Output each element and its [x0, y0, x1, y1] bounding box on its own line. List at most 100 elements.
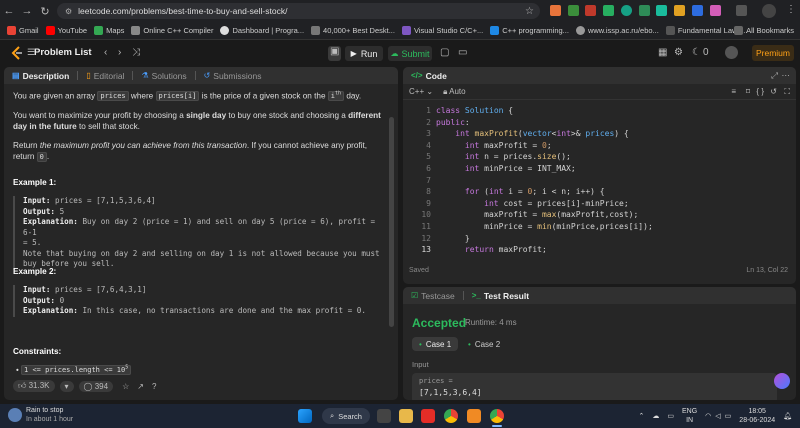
bookmark-icon[interactable]: ⌑: [746, 87, 750, 96]
auto-mode-toggle[interactable]: 🔒︎ Auto: [443, 87, 466, 97]
bookmark-all[interactable]: All Bookmarks: [734, 26, 794, 35]
bookmark-star-icon[interactable]: ☆: [525, 6, 534, 17]
extension-teal-icon[interactable]: [656, 5, 667, 16]
clock[interactable]: 18:05 28-06-2024: [739, 407, 775, 425]
weather-widget[interactable]: Rain to stop In about 1 hour: [8, 406, 73, 424]
favorite-icon[interactable]: ☆: [122, 382, 129, 391]
tab-separator: [132, 71, 134, 80]
description-tabs: ▤ Description ▯ Editorial ⚗ Solutions ↺ Subm…: [4, 67, 398, 84]
profile-avatar-icon[interactable]: [762, 4, 776, 18]
back-icon[interactable]: ←: [0, 0, 18, 22]
bookmarks-bar: Gmail YouTube Maps Online C++ Compiler D…: [0, 22, 800, 40]
tab-submissions[interactable]: ↺ Submissions: [204, 71, 262, 81]
user-avatar[interactable]: [725, 46, 738, 59]
format-icon[interactable]: ≡: [731, 87, 736, 96]
volume-icon[interactable]: ◁: [715, 412, 720, 420]
bookmark-cpp-programming[interactable]: C++ programming...: [490, 26, 569, 35]
next-problem-icon[interactable]: ›: [118, 47, 121, 58]
bookmark-wallpapers[interactable]: 40,000+ Best Deskt...: [311, 26, 395, 35]
task-view-icon[interactable]: [377, 409, 391, 423]
maximize-icon[interactable]: ⤢: [771, 70, 778, 81]
streak-fire-icon[interactable]: ☾: [692, 47, 701, 58]
chat-icon[interactable]: ▭: [458, 47, 467, 58]
chrome-icon[interactable]: [444, 409, 458, 423]
lock-icon: 🔒︎: [443, 86, 448, 96]
debug-icon[interactable]: ▣: [328, 46, 342, 61]
like-button[interactable]: 👍︎ 31.3K: [13, 380, 55, 392]
code-editor[interactable]: 1 class Solution { 2 public: 3 int maxProf…: [403, 105, 796, 260]
case-1-tab[interactable]: • Case 1: [412, 337, 459, 351]
fullscreen-icon[interactable]: ⛶: [784, 87, 790, 97]
share-icon[interactable]: ↗: [137, 382, 144, 391]
braces-icon[interactable]: { }: [756, 87, 764, 96]
extension-green-icon[interactable]: [603, 5, 614, 16]
help-icon[interactable]: ?: [152, 382, 156, 391]
extension-circle-icon[interactable]: [621, 5, 632, 16]
prev-problem-icon[interactable]: ‹: [104, 47, 107, 58]
tab-testcase[interactable]: ☑ Testcase: [411, 291, 455, 301]
bookmark-maps[interactable]: Maps: [94, 26, 124, 35]
bookmark-youtube[interactable]: YouTube: [45, 26, 87, 35]
submit-button[interactable]: ☁ Submit: [388, 46, 432, 61]
extension-amber-icon[interactable]: [674, 5, 685, 16]
reset-icon[interactable]: ↺: [770, 87, 777, 96]
forward-icon[interactable]: →: [18, 0, 36, 22]
settings-icon[interactable]: ⚙: [674, 47, 683, 58]
vlc-icon[interactable]: [467, 409, 481, 423]
globe-icon: [575, 26, 585, 35]
language-select[interactable]: C++ ⌄: [409, 87, 433, 96]
extension-pink-icon[interactable]: [710, 5, 721, 16]
browser-menu-icon[interactable]: ⋮: [786, 4, 796, 15]
extensions-puzzle-icon[interactable]: [736, 5, 747, 16]
shuffle-icon[interactable]: ⤨: [132, 47, 140, 58]
notification-icon[interactable]: 🔔︎: [783, 412, 792, 420]
address-bar[interactable]: ⚙ leetcode.com/problems/best-time-to-buy…: [57, 3, 540, 19]
bookmark-visual-studio[interactable]: Visual Studio C/C+...: [401, 26, 483, 35]
onedrive-icon[interactable]: ☁: [652, 412, 659, 420]
tab-solutions[interactable]: ⚗ Solutions: [141, 71, 186, 81]
ai-assistant-icon[interactable]: [774, 373, 790, 389]
file-explorer-icon[interactable]: [399, 409, 413, 423]
taskbar-search[interactable]: ⌕ Search: [322, 408, 370, 424]
dislike-button[interactable]: ▾: [59, 380, 74, 392]
tab-description[interactable]: ▤ Description: [12, 71, 69, 81]
folder-icon: [734, 26, 744, 35]
bookmark-issp[interactable]: www.issp.ac.ru/ebo...: [575, 26, 659, 35]
bookmark-cpp-compiler[interactable]: Online C++ Compiler: [131, 26, 213, 35]
youtube-app-icon[interactable]: [421, 409, 435, 423]
chevron-up-icon[interactable]: ⌃: [639, 412, 645, 420]
bookmark-gmail[interactable]: Gmail: [7, 26, 39, 35]
problem-list-link[interactable]: Problem List: [34, 47, 92, 58]
language-indicator[interactable]: ENG IN: [682, 407, 697, 425]
battery-icon[interactable]: ▭: [725, 412, 732, 420]
tab-code[interactable]: </> Code: [411, 71, 447, 81]
bookmark-dashboard[interactable]: Dashboard | Progra...: [220, 26, 304, 35]
premium-button[interactable]: Premium: [752, 45, 794, 61]
site-info-icon[interactable]: ⚙: [65, 7, 72, 16]
tab-editorial[interactable]: ▯ Editorial: [86, 71, 124, 81]
chrome-active-icon[interactable]: [490, 409, 504, 423]
comments-button[interactable]: ◯ 394: [78, 380, 114, 392]
description-footer: 👍︎ 31.3K ▾ ◯ 394 ☆ ↗ ?: [13, 380, 156, 392]
case-2-tab[interactable]: • Case 2: [461, 337, 507, 351]
description-scrollbar[interactable]: [389, 117, 394, 327]
extension-fox-icon[interactable]: [550, 5, 561, 16]
editor-status-bar: Saved Ln 13, Col 22: [403, 267, 796, 281]
tab-separator: [462, 291, 464, 300]
display-icon[interactable]: ▭: [667, 412, 674, 420]
input-variable: prices =: [419, 377, 453, 385]
more-options-icon[interactable]: ⋯: [782, 70, 791, 81]
code-line: 12 }: [421, 233, 470, 243]
tab-test-result[interactable]: >_ Test Result: [472, 291, 529, 301]
windows-start-icon[interactable]: [298, 409, 312, 423]
extension-green2-icon[interactable]: [639, 5, 650, 16]
extension-download-icon[interactable]: [568, 5, 579, 16]
run-button[interactable]: ▶ Run: [345, 46, 383, 61]
reload-icon[interactable]: ↻: [36, 0, 54, 22]
extension-red-icon[interactable]: [585, 5, 596, 16]
layout-icon[interactable]: ▦: [658, 47, 667, 58]
wifi-icon[interactable]: ◠: [705, 412, 711, 420]
notes-icon[interactable]: ▢: [440, 47, 449, 58]
leetcode-logo-icon[interactable]: [10, 46, 24, 60]
extension-blue-icon[interactable]: [692, 5, 703, 16]
